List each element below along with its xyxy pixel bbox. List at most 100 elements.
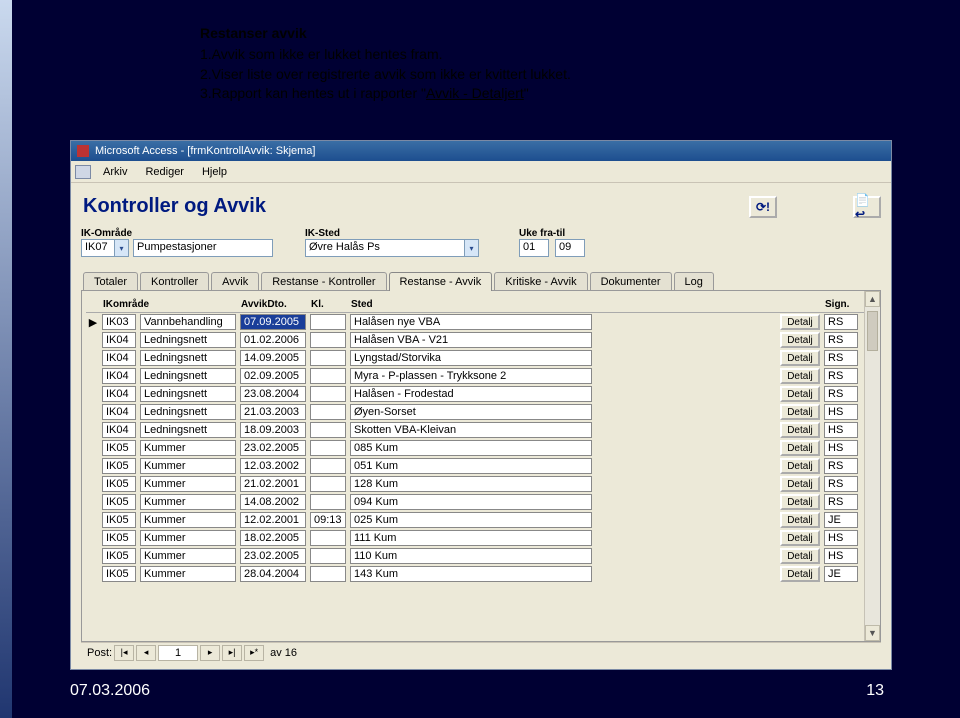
cell-kl[interactable]: 09:13 xyxy=(310,512,346,528)
cell-sign[interactable]: HS xyxy=(824,530,858,546)
cell-dto[interactable]: 18.09.2003 xyxy=(240,422,306,438)
cell-dto[interactable]: 14.09.2005 xyxy=(240,350,306,366)
cell-omrade[interactable]: Ledningsnett xyxy=(140,386,236,402)
cell-omrade[interactable]: Ledningsnett xyxy=(140,368,236,384)
table-row[interactable]: IK05Kummer23.02.2005085 KumDetaljHS xyxy=(86,439,876,457)
detail-button[interactable]: Detalj xyxy=(780,350,820,366)
scroll-thumb[interactable] xyxy=(867,311,878,351)
table-row[interactable]: IK05Kummer18.02.2005111 KumDetaljHS xyxy=(86,529,876,547)
record-prev[interactable]: ◂ xyxy=(136,645,156,661)
table-row[interactable]: IK04Ledningsnett18.09.2003 Skotten VBA-Kl… xyxy=(86,421,876,439)
cell-sign[interactable]: RS xyxy=(824,386,858,402)
cell-code[interactable]: IK03 xyxy=(102,314,136,330)
scroll-down-icon[interactable]: ▼ xyxy=(865,625,880,641)
cell-sign[interactable]: HS xyxy=(824,440,858,456)
close-button[interactable]: 📄↩ xyxy=(853,196,881,218)
cell-dto[interactable]: 18.02.2005 xyxy=(240,530,306,546)
cell-sted[interactable]: Myra - P-plassen - Trykksone 2 xyxy=(350,368,592,384)
cell-kl[interactable] xyxy=(310,368,346,384)
cell-sign[interactable]: RS xyxy=(824,350,858,366)
detail-button[interactable]: Detalj xyxy=(780,314,820,330)
cell-sted[interactable]: Halåsen - Frodestad xyxy=(350,386,592,402)
ik-sted[interactable]: Øvre Halås Ps xyxy=(305,239,465,257)
cell-kl[interactable] xyxy=(310,458,346,474)
cell-code[interactable]: IK04 xyxy=(102,332,136,348)
record-next[interactable]: ▸ xyxy=(200,645,220,661)
detail-button[interactable]: Detalj xyxy=(780,386,820,402)
cell-code[interactable]: IK05 xyxy=(102,512,136,528)
ik-omrade-code[interactable]: IK07 xyxy=(81,239,115,257)
cell-dto[interactable]: 12.03.2002 xyxy=(240,458,306,474)
table-row[interactable]: IK04Ledningsnett14.09.2005Lyngstad/Storv… xyxy=(86,349,876,367)
detail-button[interactable]: Detalj xyxy=(780,404,820,420)
tab-log[interactable]: Log xyxy=(674,272,714,291)
cell-code[interactable]: IK04 xyxy=(102,350,136,366)
cell-dto[interactable]: 02.09.2005 xyxy=(240,368,306,384)
uke-til[interactable]: 09 xyxy=(555,239,585,257)
table-row[interactable]: IK04Ledningsnett01.02.2006Halåsen VBA - … xyxy=(86,331,876,349)
cell-sted[interactable]: Halåsen VBA - V21 xyxy=(350,332,592,348)
refresh-button[interactable]: ⟳! xyxy=(749,196,777,218)
cell-omrade[interactable]: Kummer xyxy=(140,476,236,492)
cell-kl[interactable] xyxy=(310,530,346,546)
detail-button[interactable]: Detalj xyxy=(780,440,820,456)
cell-kl[interactable] xyxy=(310,350,346,366)
tab-avvik[interactable]: Avvik xyxy=(211,272,259,291)
table-row[interactable]: IK04Ledningsnett23.08.2004Halåsen - Frod… xyxy=(86,385,876,403)
cell-dto[interactable]: 23.08.2004 xyxy=(240,386,306,402)
cell-sted[interactable]: 085 Kum xyxy=(350,440,592,456)
row-selector[interactable]: ▶ xyxy=(86,316,100,329)
table-row[interactable]: IK05Kummer14.08.2002094 KumDetaljRS xyxy=(86,493,876,511)
table-row[interactable]: IK05Kummer23.02.2005110 KumDetaljHS xyxy=(86,547,876,565)
detail-button[interactable]: Detalj xyxy=(780,458,820,474)
cell-omrade[interactable]: Vannbehandling xyxy=(140,314,236,330)
cell-omrade[interactable]: Ledningsnett xyxy=(140,422,236,438)
table-row[interactable]: IK05Kummer21.02.2001128 KumDetaljRS xyxy=(86,475,876,493)
cell-dto[interactable]: 21.03.2003 xyxy=(240,404,306,420)
cell-kl[interactable] xyxy=(310,332,346,348)
cell-kl[interactable] xyxy=(310,386,346,402)
cell-sted[interactable]: Skotten VBA-Kleivan xyxy=(350,422,592,438)
tab-restanse-kontroller[interactable]: Restanse - Kontroller xyxy=(261,272,386,291)
cell-dto[interactable]: 21.02.2001 xyxy=(240,476,306,492)
scroll-up-icon[interactable]: ▲ xyxy=(865,291,880,307)
ik-omrade-name[interactable]: Pumpestasjoner xyxy=(133,239,273,257)
cell-code[interactable]: IK04 xyxy=(102,404,136,420)
table-row[interactable]: IK05Kummer28.04.2004143 KumDetaljJE xyxy=(86,565,876,583)
cell-kl[interactable] xyxy=(310,476,346,492)
cell-sign[interactable]: JE xyxy=(824,512,858,528)
cell-sted[interactable]: 025 Kum xyxy=(350,512,592,528)
cell-code[interactable]: IK04 xyxy=(102,422,136,438)
cell-sign[interactable]: RS xyxy=(824,494,858,510)
cell-dto[interactable]: 01.02.2006 xyxy=(240,332,306,348)
cell-dto[interactable]: 12.02.2001 xyxy=(240,512,306,528)
cell-omrade[interactable]: Kummer xyxy=(140,566,236,582)
menu-rediger[interactable]: Rediger xyxy=(139,164,190,180)
tab-restanse-avvik[interactable]: Restanse - Avvik xyxy=(389,272,493,291)
detail-button[interactable]: Detalj xyxy=(780,566,820,582)
cell-kl[interactable] xyxy=(310,404,346,420)
cell-kl[interactable] xyxy=(310,566,346,582)
cell-code[interactable]: IK05 xyxy=(102,440,136,456)
cell-omrade[interactable]: Kummer xyxy=(140,494,236,510)
cell-kl[interactable] xyxy=(310,314,346,330)
detail-button[interactable]: Detalj xyxy=(780,548,820,564)
cell-sted[interactable]: 051 Kum xyxy=(350,458,592,474)
cell-omrade[interactable]: Kummer xyxy=(140,512,236,528)
menu-arkiv[interactable]: Arkiv xyxy=(97,164,133,180)
cell-omrade[interactable]: Kummer xyxy=(140,458,236,474)
cell-code[interactable]: IK05 xyxy=(102,458,136,474)
cell-sted[interactable]: 143 Kum xyxy=(350,566,592,582)
tab-dokumenter[interactable]: Dokumenter xyxy=(590,272,672,291)
cell-sted[interactable]: Lyngstad/Storvika xyxy=(350,350,592,366)
detail-button[interactable]: Detalj xyxy=(780,512,820,528)
cell-sted[interactable]: 111 Kum xyxy=(350,530,592,546)
cell-code[interactable]: IK05 xyxy=(102,494,136,510)
cell-sign[interactable]: RS xyxy=(824,476,858,492)
tab-totaler[interactable]: Totaler xyxy=(83,272,138,291)
cell-sign[interactable]: RS xyxy=(824,368,858,384)
cell-sted[interactable]: 128 Kum xyxy=(350,476,592,492)
chevron-down-icon[interactable]: ▾ xyxy=(465,239,479,257)
cell-kl[interactable] xyxy=(310,494,346,510)
detail-button[interactable]: Detalj xyxy=(780,494,820,510)
